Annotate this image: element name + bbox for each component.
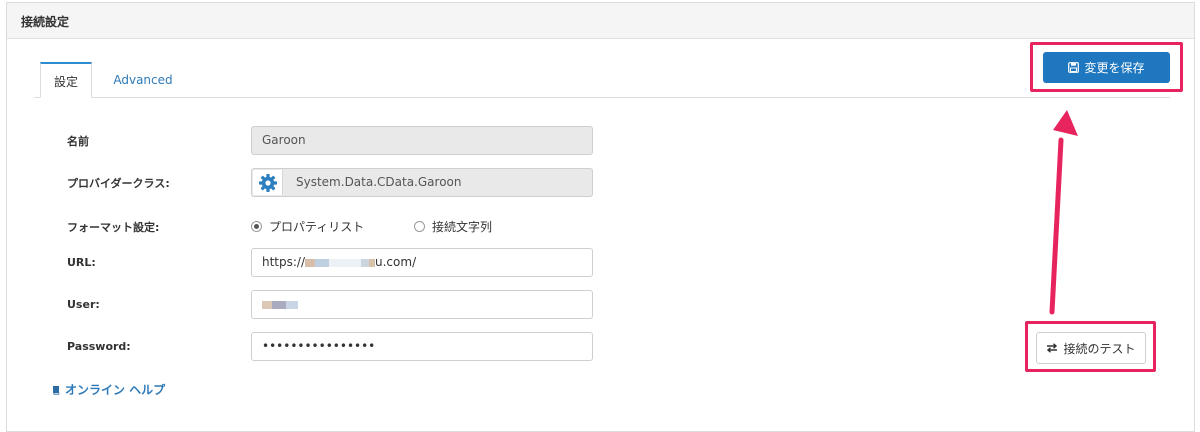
connection-settings-panel: 接続設定 — [6, 2, 1195, 432]
redacted-text — [369, 258, 376, 267]
redacted-text — [315, 258, 330, 267]
radio-property-list[interactable]: プロパティリスト — [251, 218, 364, 235]
provider-class-field[interactable]: System.Data.CData.Garoon — [251, 168, 593, 197]
save-changes-button[interactable]: 変更を保存 — [1043, 52, 1170, 83]
radio-connection-string[interactable]: 接続文字列 — [414, 218, 492, 235]
online-help-link[interactable]: オンライン ヘルプ — [52, 381, 165, 398]
panel-title: 接続設定 — [21, 15, 70, 29]
password-field[interactable]: •••••••••••••••• — [251, 332, 593, 361]
gear-icon — [253, 170, 283, 195]
tabs-divider — [34, 97, 1170, 98]
redacted-text — [272, 300, 286, 309]
redacted-text — [262, 300, 272, 309]
tab-settings[interactable]: 設定 — [40, 62, 92, 98]
book-icon — [53, 385, 60, 395]
url-value-start: https:// — [262, 255, 306, 269]
url-label: URL: — [67, 256, 96, 269]
redacted-text — [329, 258, 362, 267]
online-help-label: オンライン ヘルプ — [65, 383, 166, 397]
provider-class-value: System.Data.CData.Garoon — [296, 175, 462, 189]
url-value-end: u.com/ — [375, 255, 417, 269]
radio-button-unchecked[interactable] — [414, 221, 425, 232]
provider-class-label: プロバイダークラス: — [67, 177, 170, 190]
redacted-text — [305, 258, 316, 267]
tab-advanced[interactable]: Advanced — [110, 62, 176, 98]
redacted-text — [286, 300, 298, 309]
user-label: User: — [67, 298, 100, 311]
radio-connection-string-label: 接続文字列 — [432, 220, 493, 234]
url-field[interactable]: https:// u.com/ — [251, 248, 593, 277]
format-label: フォーマット設定: — [67, 221, 160, 234]
user-field[interactable] — [251, 290, 593, 319]
radio-button-checked[interactable] — [251, 221, 262, 232]
radio-property-list-label: プロパティリスト — [269, 220, 365, 234]
test-connection-button[interactable]: 接続のテスト — [1036, 332, 1146, 364]
exchange-arrows-icon — [1046, 343, 1058, 353]
name-label: 名前 — [67, 135, 89, 148]
panel-header: 接続設定 — [7, 3, 1194, 39]
password-label: Password: — [67, 340, 131, 353]
save-changes-label: 変更を保存 — [1084, 61, 1145, 75]
redacted-text — [361, 258, 370, 267]
name-field[interactable]: Garoon — [251, 126, 593, 155]
floppy-disk-icon — [1068, 62, 1080, 73]
test-connection-label: 接続のテスト — [1063, 341, 1136, 356]
annotation-arrow — [1049, 110, 1078, 315]
